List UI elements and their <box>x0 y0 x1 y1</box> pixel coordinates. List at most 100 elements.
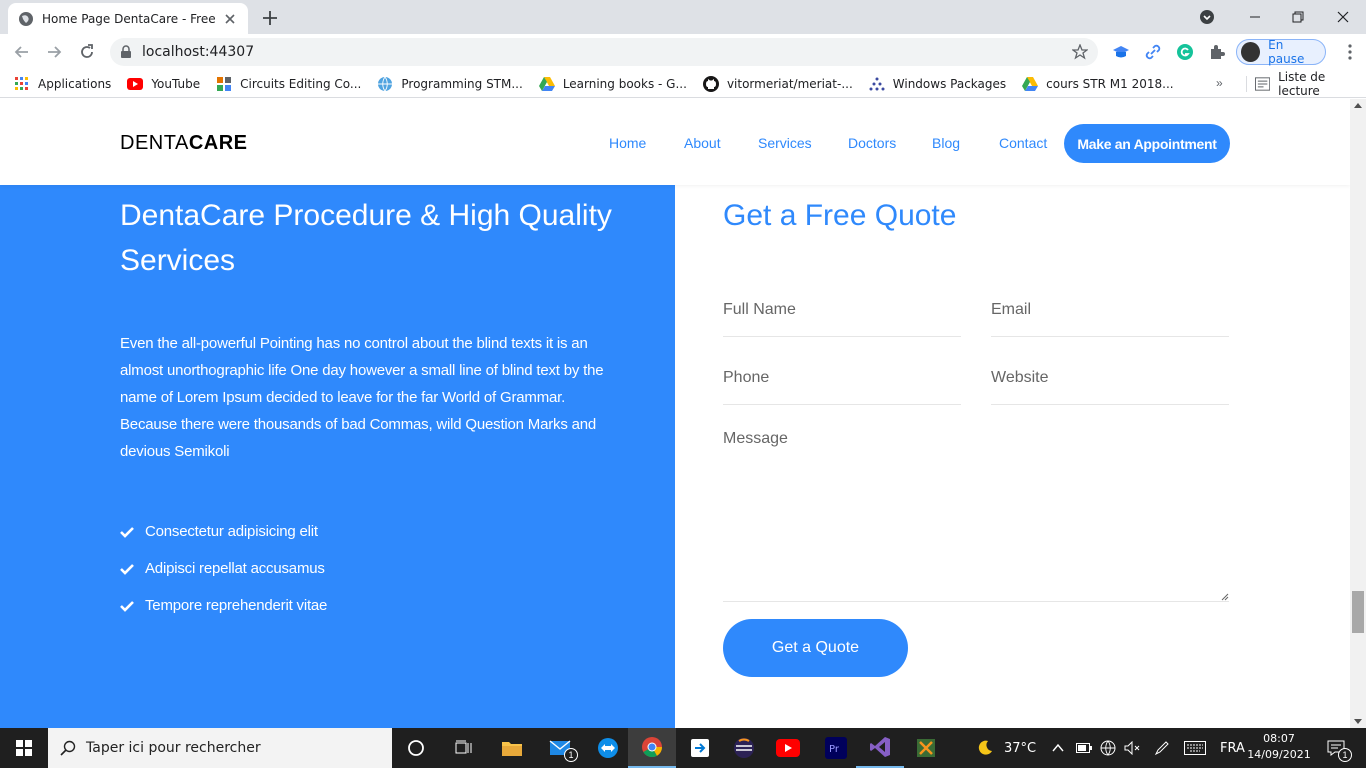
message-textarea[interactable]: Message <box>723 421 1229 602</box>
avatar <box>1241 42 1261 62</box>
bookmark-applications[interactable]: Applications <box>14 76 111 92</box>
check-icon <box>120 563 134 575</box>
packages-icon <box>869 76 885 92</box>
get-quote-button[interactable]: Get a Quote <box>723 619 908 677</box>
bookmark-circuits[interactable]: Circuits Editing Co... <box>216 76 361 92</box>
resize-grip-icon[interactable] <box>1219 591 1229 601</box>
drive-icon <box>1022 76 1039 92</box>
bookmark-windows-packages[interactable]: Windows Packages <box>869 76 1006 92</box>
input-language[interactable]: FRA <box>1220 741 1245 756</box>
drive-icon <box>538 76 555 92</box>
globe-icon <box>377 76 393 92</box>
visual-studio-icon[interactable] <box>856 728 904 768</box>
nav-services[interactable]: Services <box>758 135 812 151</box>
weather-widget[interactable]: 37°C <box>976 728 1036 768</box>
lock-icon[interactable] <box>120 45 132 59</box>
reload-icon[interactable] <box>75 40 99 64</box>
nav-doctors[interactable]: Doctors <box>848 135 896 151</box>
address-bar[interactable]: localhost:44307 <box>110 38 1098 66</box>
full-name-field[interactable]: Full Name <box>723 285 961 337</box>
services-title: DentaCare Procedure & High Quality Servi… <box>120 199 612 277</box>
premiere-pro-icon[interactable]: Pr <box>812 728 860 768</box>
bookmark-label: Programming STM... <box>401 76 523 91</box>
nav-home[interactable]: Home <box>609 135 646 151</box>
message-placeholder: Message <box>723 430 788 447</box>
reading-list-button[interactable]: Liste de lecture <box>1246 70 1366 98</box>
cortana-icon[interactable] <box>392 728 440 768</box>
chevron-up-icon[interactable] <box>1052 743 1064 753</box>
email-field[interactable]: Email <box>991 285 1229 337</box>
nav-blog[interactable]: Blog <box>932 135 960 151</box>
back-icon[interactable] <box>10 40 34 64</box>
windows-start-icon[interactable] <box>0 728 48 768</box>
website-field[interactable]: Website <box>991 353 1229 405</box>
circuits-icon <box>216 76 232 92</box>
list-item-text: Tempore reprehenderit vitae <box>145 597 328 614</box>
task-view-icon[interactable] <box>440 728 488 768</box>
chrome-taskbar-icon[interactable] <box>628 728 676 768</box>
bookmark-github[interactable]: vitormeriat/meriat-... <box>702 75 853 92</box>
profile-button[interactable]: En pause <box>1236 38 1326 66</box>
nav-about[interactable]: About <box>684 135 721 151</box>
make-appointment-button[interactable]: Make an Appointment <box>1064 124 1230 163</box>
bookmark-label: Circuits Editing Co... <box>240 76 362 91</box>
browser-toolbar: localhost:44307 En pause <box>0 34 1366 70</box>
globe-icon <box>19 11 33 26</box>
extension-link-icon[interactable] <box>1143 42 1163 62</box>
tab-search-icon[interactable] <box>1196 0 1218 34</box>
page-scrollbar[interactable] <box>1350 99 1366 728</box>
mail-badge: 1 <box>564 748 578 762</box>
clock-time: 08:07 <box>1263 732 1295 745</box>
extensions-puzzle-icon[interactable] <box>1207 42 1227 62</box>
xampp-icon[interactable] <box>902 728 950 768</box>
scroll-down-icon[interactable] <box>1354 719 1362 724</box>
bookmark-label: Learning books - G... <box>562 76 687 91</box>
svg-text:Pr: Pr <box>829 744 840 755</box>
browser-tab-active[interactable]: Home Page DentaCare - Free Bo <box>8 3 248 34</box>
youtube-icon <box>127 76 144 92</box>
eclipse-icon[interactable] <box>720 728 768 768</box>
list-item-text: Consectetur adipisicing elit <box>145 523 318 540</box>
minimize-icon[interactable] <box>1232 0 1278 34</box>
bookmark-star-icon[interactable] <box>1072 44 1088 60</box>
clock-date: 14/09/2021 <box>1247 748 1311 761</box>
new-tab-icon[interactable] <box>258 7 282 29</box>
bookmark-programming-stm[interactable]: Programming STM... <box>377 76 523 92</box>
close-tab-icon[interactable] <box>222 11 238 27</box>
restore-icon[interactable] <box>1278 0 1318 34</box>
more-menu-icon[interactable] <box>1340 42 1360 62</box>
teamviewer-icon[interactable] <box>584 728 632 768</box>
nav-contact[interactable]: Contact <box>999 135 1047 151</box>
bookmark-learning-books[interactable]: Learning books - G... <box>538 76 687 92</box>
network-globe-icon[interactable] <box>1100 740 1116 756</box>
notification-badge: 1 <box>1338 748 1352 762</box>
close-window-icon[interactable] <box>1320 0 1366 34</box>
youtube-taskbar-icon[interactable] <box>764 728 812 768</box>
forward-icon[interactable] <box>42 40 66 64</box>
phone-field[interactable]: Phone <box>723 353 961 405</box>
scroll-up-icon[interactable] <box>1354 103 1362 108</box>
bookmark-cours-str[interactable]: cours STR M1 2018... <box>1022 76 1174 92</box>
bookmarks-bar: Applications YouTube Circuits Editing Co… <box>0 70 1366 98</box>
file-explorer-icon[interactable] <box>488 728 536 768</box>
apps-grid-icon <box>14 76 30 92</box>
check-icon <box>120 600 134 612</box>
site-logo[interactable]: DENTACARE <box>120 132 247 155</box>
extension-graduation-icon[interactable] <box>1111 42 1131 62</box>
scrollbar-thumb[interactable] <box>1352 591 1364 633</box>
phone-placeholder: Phone <box>723 369 770 386</box>
battery-icon[interactable] <box>1076 743 1092 753</box>
app-arrow-icon[interactable] <box>676 728 724 768</box>
pen-icon[interactable] <box>1154 740 1170 756</box>
bookmark-youtube[interactable]: YouTube <box>127 76 200 92</box>
volume-muted-icon[interactable] <box>1124 741 1140 755</box>
taskbar-clock[interactable]: 08:07 14/09/2021 <box>1244 731 1314 763</box>
mail-icon[interactable]: 1 <box>536 728 584 768</box>
extension-grammarly-icon[interactable] <box>1175 42 1195 62</box>
taskbar-search-box[interactable]: Taper ici pour rechercher <box>48 728 392 768</box>
browser-tab-strip: Home Page DentaCare - Free Bo <box>0 0 1366 34</box>
bookmarks-more-button[interactable]: » <box>1216 76 1223 90</box>
quote-form-title: Get a Free Quote <box>723 199 957 232</box>
notifications-icon[interactable]: 1 <box>1316 728 1356 768</box>
keyboard-icon[interactable] <box>1184 741 1206 755</box>
